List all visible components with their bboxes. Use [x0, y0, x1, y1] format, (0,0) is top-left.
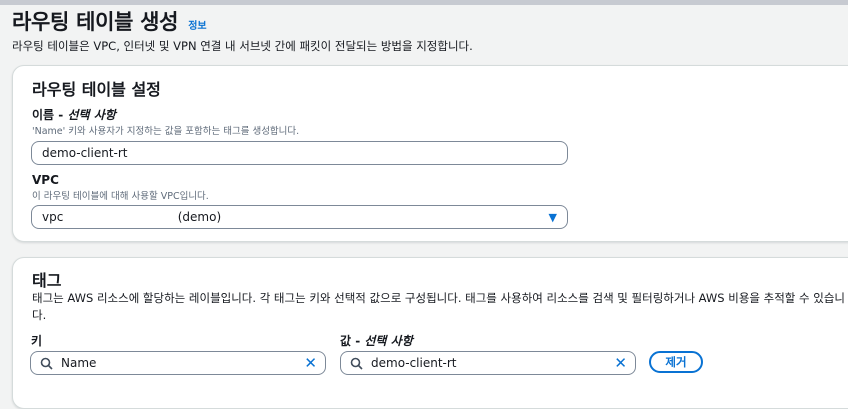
- vpc-select-value: vpc (demo): [42, 210, 222, 224]
- tags-panel: 태그 태그는 AWS 리소스에 할당하는 레이블입니다. 각 태그는 키와 선택…: [12, 257, 848, 409]
- tags-title: 태그: [32, 271, 62, 290]
- remove-tag-button[interactable]: 제거: [649, 351, 703, 373]
- top-bar: [0, 0, 848, 5]
- name-hint: 'Name' 키와 사용자가 지정하는 값을 포함하는 태그를 생성합니다.: [32, 126, 300, 137]
- tag-key-label: 키: [31, 334, 43, 348]
- name-optional: 선택 사항: [67, 108, 116, 122]
- tag-key-input[interactable]: Name ✕: [30, 351, 326, 375]
- route-table-settings-panel: 라우팅 테이블 설정 이름 - 선택 사항 'Name' 키와 사용자가 지정하…: [12, 65, 848, 242]
- name-input-value: demo-client-rt: [42, 146, 128, 160]
- caret-down-icon: ▼: [548, 210, 557, 224]
- vpc-label: VPC: [32, 173, 59, 187]
- name-input[interactable]: demo-client-rt: [31, 141, 568, 165]
- tag-value-label: 값 - 선택 사항: [340, 334, 413, 348]
- page-description: 라우팅 테이블은 VPC, 인터넷 및 VPN 연결 내 서브넷 간에 패킷이 …: [12, 39, 473, 53]
- vpc-hint: 이 라우팅 테이블에 대해 사용할 VPC입니다.: [32, 191, 209, 202]
- tag-value-value: demo-client-rt: [371, 356, 457, 370]
- clear-icon[interactable]: ✕: [614, 355, 627, 371]
- info-link[interactable]: 정보: [188, 17, 206, 32]
- tag-value-input[interactable]: demo-client-rt ✕: [340, 351, 636, 375]
- tag-key-value: Name: [61, 356, 97, 370]
- page-header: 라우팅 테이블 생성 정보 라우팅 테이블은 VPC, 인터넷 및 VPN 연결…: [12, 6, 848, 54]
- name-label: 이름 - 선택 사항: [32, 108, 116, 122]
- clear-icon[interactable]: ✕: [304, 355, 317, 371]
- vpc-select[interactable]: vpc (demo) ▼: [31, 205, 568, 229]
- tag-value-optional: 선택 사항: [364, 334, 413, 348]
- settings-title: 라우팅 테이블 설정: [32, 80, 161, 99]
- tags-description: 태그는 AWS 리소스에 할당하는 레이블입니다. 각 태그는 키와 선택적 값…: [32, 291, 846, 322]
- search-icon: [349, 356, 363, 370]
- search-icon: [39, 356, 53, 370]
- page-title: 라우팅 테이블 생성: [12, 10, 179, 34]
